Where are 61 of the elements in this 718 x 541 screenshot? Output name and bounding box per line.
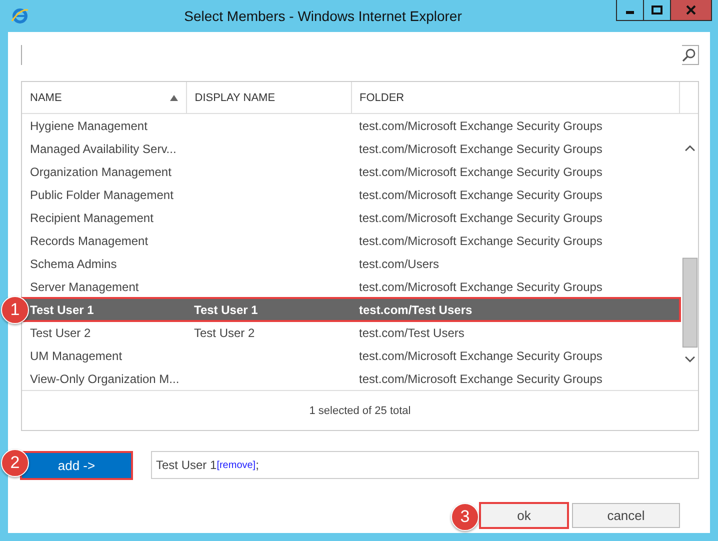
search-icon xyxy=(682,48,696,62)
table-row[interactable]: Recipient Management test.com/Microsoft Exchange Security Groups xyxy=(22,206,680,229)
table-cell-text: test.com/Microsoft Exchange Security Groups xyxy=(358,210,604,224)
window-title: Select Members - Windows Internet Explorer xyxy=(183,8,463,24)
maximize-icon xyxy=(651,5,663,15)
table-cell-text: test.com/Users xyxy=(358,256,440,270)
minimize-button[interactable] xyxy=(616,0,644,21)
table-cell-text: test.com/Microsoft Exchange Security Groups xyxy=(358,142,604,156)
table-row[interactable]: Schema Admins test.com/Users xyxy=(22,252,680,275)
table-row[interactable]: Hygiene Management test.com/Microsoft Exchange Security Groups xyxy=(22,114,680,137)
table-cell-text: Test User 2 xyxy=(193,326,256,340)
table-row[interactable]: Managed Availability Serv... test.com/Microsoft Exchange Security Groups xyxy=(22,137,680,160)
remove-link[interactable]: [remove] xyxy=(216,460,256,470)
selection-count: 1 selected of 25 total xyxy=(22,390,698,430)
table-cell-text: test.com/Microsoft Exchange Security Groups xyxy=(358,188,604,202)
table-cell-text: test.com/Test Users xyxy=(358,326,466,340)
table-cell-text: test.com/Microsoft Exchange Security Groups xyxy=(358,164,604,178)
table-row[interactable]: Organization Management test.com/Microsoft Exchange Security Groups xyxy=(22,160,680,183)
table-cell-text: Records Management xyxy=(29,234,150,248)
table-cell-text: test.com/Microsoft Exchange Security Groups xyxy=(358,348,604,362)
table-cell-text: Managed Availability Serv... xyxy=(29,142,178,156)
table-cell-text: Hygiene Management xyxy=(29,118,148,132)
column-header[interactable]: NAME xyxy=(22,82,187,113)
table-cell-text: test.com/Microsoft Exchange Security Groups xyxy=(358,372,604,386)
table-cell-text: Test User 1 xyxy=(29,302,95,316)
close-icon xyxy=(686,5,696,15)
table-row[interactable]: Public Folder Management test.com/Microsoft Exchange Security Groups xyxy=(22,183,680,206)
table-cell-text: test.com/Test Users xyxy=(358,302,474,316)
table-cell-text: Server Management xyxy=(29,280,140,294)
table-cell-text: test.com/Microsoft Exchange Security Groups xyxy=(358,118,604,132)
table-cell-text: Test User 2 xyxy=(29,326,92,340)
table-cell-text: Recipient Management xyxy=(29,210,154,224)
table-row[interactable]: UM Management test.com/Microsoft Exchange Security Groups xyxy=(22,344,680,367)
table-row[interactable]: Records Management test.com/Microsoft Exchange Security Groups xyxy=(22,229,680,252)
table-row[interactable]: View-Only Organization M... test.com/Microsoft Exchange Security Groups xyxy=(22,367,680,390)
table-row[interactable]: Test User 1 Test User 1 test.com/Test Users xyxy=(22,298,680,321)
ok-button[interactable]: ok xyxy=(480,503,568,528)
table-row[interactable]: Test User 2 Test User 2 test.com/Test Users xyxy=(22,321,680,344)
cancel-button[interactable]: cancel xyxy=(572,503,680,528)
member-name: Test User 1 xyxy=(156,458,217,472)
table-cell-text: Test User 1 xyxy=(193,302,259,316)
close-button[interactable] xyxy=(670,0,712,21)
sort-arrow-icon xyxy=(170,94,178,100)
table-cell-text: Organization Management xyxy=(29,164,172,178)
table-cell-text: Schema Admins xyxy=(29,256,118,270)
browser-icon xyxy=(11,7,29,25)
table-row[interactable]: Server Management test.com/Microsoft Exchange Security Groups xyxy=(22,275,680,298)
table-cell-text: View-Only Organization M... xyxy=(29,372,180,386)
column-header[interactable]: FOLDER xyxy=(352,82,680,113)
table-cell-text: Public Folder Management xyxy=(29,188,174,202)
separator-text: ; xyxy=(256,458,259,472)
callout-badge: 1 xyxy=(1,296,29,324)
table-cell-text: test.com/Microsoft Exchange Security Groups xyxy=(358,234,604,248)
table-cell-text: UM Management xyxy=(29,348,124,362)
table-cell-text: test.com/Microsoft Exchange Security Groups xyxy=(358,280,604,294)
search-field[interactable] xyxy=(21,45,699,65)
column-header[interactable]: DISPLAY NAME xyxy=(186,82,352,113)
callout-badge: 2 xyxy=(1,448,29,476)
selected-members-field[interactable]: Test User 1[remove]; xyxy=(151,451,699,479)
add-button[interactable]: add -> xyxy=(21,452,132,478)
callout-badge: 3 xyxy=(451,503,479,531)
